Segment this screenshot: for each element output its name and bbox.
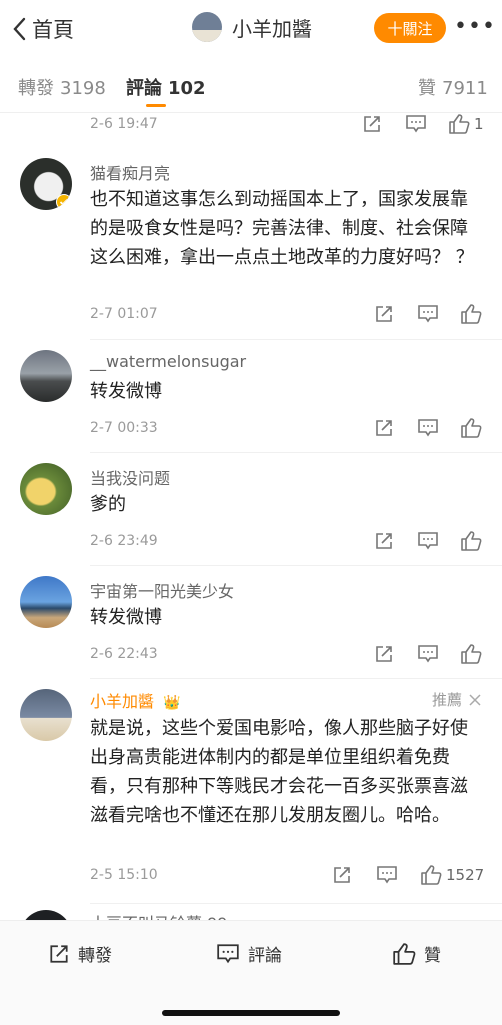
commenter-name[interactable]: 猫看痴月亮 (90, 160, 170, 184)
commenter-name[interactable]: __watermelonsugar (90, 352, 246, 371)
bottom-action-bar: 轉發 評論 贊 (0, 920, 502, 1025)
comment-time: 2-7 00:33 (90, 420, 158, 436)
like-button[interactable] (460, 643, 482, 665)
comment-label: 評論 (248, 946, 282, 966)
avatar[interactable] (20, 463, 72, 515)
like-button[interactable]: 1527 (420, 864, 484, 886)
share-icon[interactable] (374, 531, 394, 551)
tab-comments[interactable]: 評論 102 (126, 74, 206, 100)
share-icon (50, 944, 68, 963)
comment-text: 爹的 (90, 494, 126, 515)
reply-icon[interactable] (417, 418, 439, 438)
back-button[interactable]: 首頁 (12, 14, 74, 44)
thumbs-up-icon (393, 942, 416, 965)
comment-text: 转发微博 (90, 381, 162, 402)
comment-time: 2-6 23:49 (90, 533, 158, 549)
close-icon[interactable] (468, 693, 482, 707)
chevron-left-icon (13, 17, 26, 41)
tab-bar: 轉發 3198 評論 102 贊 7911 (0, 56, 502, 113)
comment-time: 2-6 19:47 (90, 116, 158, 132)
reply-icon[interactable] (405, 114, 427, 134)
title-group[interactable]: 小羊加醬 (192, 12, 312, 42)
tab-label: 轉發 (18, 78, 54, 99)
comment-item: __watermelonsugar 转发微博 2-7 00:33 (0, 340, 502, 453)
avatar[interactable] (20, 158, 72, 210)
comment-text: 也不知道这事怎么到动摇国本上了，国家发展靠的是吸食女性是吗？完善法律、制度、社会… (90, 189, 474, 268)
tab-count: 102 (168, 78, 206, 99)
tab-count: 7911 (442, 78, 488, 99)
tab-count: 3198 (60, 78, 106, 99)
comment-item: 小羊加醬 👑 推薦 就是说，这些个爱国电影哈，像人那些脑子好使出身高贵能进体制内… (0, 679, 502, 904)
tab-label: 評論 (126, 78, 162, 99)
like-button[interactable] (460, 303, 482, 325)
commenter-name: 小羊加醬 (90, 692, 155, 711)
repost-label: 轉發 (78, 946, 112, 966)
verified-badge-icon (56, 194, 72, 210)
reply-icon[interactable] (417, 531, 439, 551)
comment-item: 当我没问题 爹的 2-6 23:49 (0, 453, 502, 566)
commenter-name[interactable]: 土豆不叫马铃薯 99 (90, 910, 227, 920)
page-title: 小羊加醬 (232, 16, 312, 41)
comment-time: 2-6 22:43 (90, 646, 158, 662)
home-indicator (162, 1010, 340, 1016)
crown-badge-icon: 👑 (163, 695, 181, 711)
commenter-name[interactable]: 当我没问题 (90, 465, 170, 489)
like-count: 1 (474, 115, 484, 133)
author-name[interactable]: 小羊加醬 👑 (90, 688, 181, 712)
share-icon[interactable] (374, 644, 394, 664)
follow-button[interactable]: 十關注 (374, 13, 446, 43)
title-avatar (192, 12, 222, 42)
comment-text: 就是说，这些个爱国电影哈，像人那些脑子好使出身高贵能进体制内的都是单位里组织着免… (90, 718, 468, 826)
like-count: 1527 (446, 866, 485, 884)
back-label: 首頁 (32, 18, 74, 42)
share-icon[interactable] (374, 304, 394, 324)
tab-label: 贊 (418, 78, 436, 99)
more-options-icon[interactable]: ••• (454, 14, 496, 39)
comment-item: 土豆不叫马铃薯 99 (0, 904, 502, 920)
like-button[interactable] (460, 417, 482, 439)
tab-repost[interactable]: 轉發 3198 (18, 74, 106, 100)
comment-icon (217, 943, 239, 963)
comment-text: 转发微博 (90, 607, 162, 628)
avatar[interactable] (20, 350, 72, 402)
comment-item: 宇宙第一阳光美少女 转发微博 2-6 22:43 (0, 566, 502, 679)
avatar[interactable] (20, 576, 72, 628)
comment-button[interactable]: 評論 (216, 941, 282, 966)
like-button[interactable]: 贊 (392, 941, 441, 966)
share-icon[interactable] (332, 865, 352, 885)
top-nav-bar: 首頁 小羊加醬 十關注 ••• (0, 0, 502, 56)
like-label: 贊 (424, 946, 441, 966)
avatar[interactable] (20, 910, 72, 920)
repost-button[interactable]: 轉發 (48, 941, 112, 966)
comment-item: 猫看痴月亮 也不知道这事怎么到动摇国本上了，国家发展靠的是吸食女性是吗？完善法律… (0, 150, 502, 340)
recommend-label: 推薦 (432, 691, 463, 709)
commenter-name[interactable]: 宇宙第一阳光美少女 (90, 578, 234, 602)
reply-icon[interactable] (417, 304, 439, 324)
recommend-tag: 推薦 (432, 689, 482, 710)
avatar[interactable] (20, 689, 72, 741)
reply-icon[interactable] (376, 865, 398, 885)
like-button[interactable] (460, 530, 482, 552)
active-tab-indicator (146, 104, 166, 107)
tab-likes[interactable]: 贊 7911 (418, 74, 488, 100)
share-icon[interactable] (374, 418, 394, 438)
comment-meta-row: 2-6 19:47 1 (0, 112, 502, 142)
reply-icon[interactable] (417, 644, 439, 664)
comment-time: 2-5 15:10 (90, 867, 158, 883)
like-button[interactable]: 1 (448, 113, 484, 135)
comment-time: 2-7 01:07 (90, 306, 158, 322)
share-icon[interactable] (362, 114, 382, 134)
